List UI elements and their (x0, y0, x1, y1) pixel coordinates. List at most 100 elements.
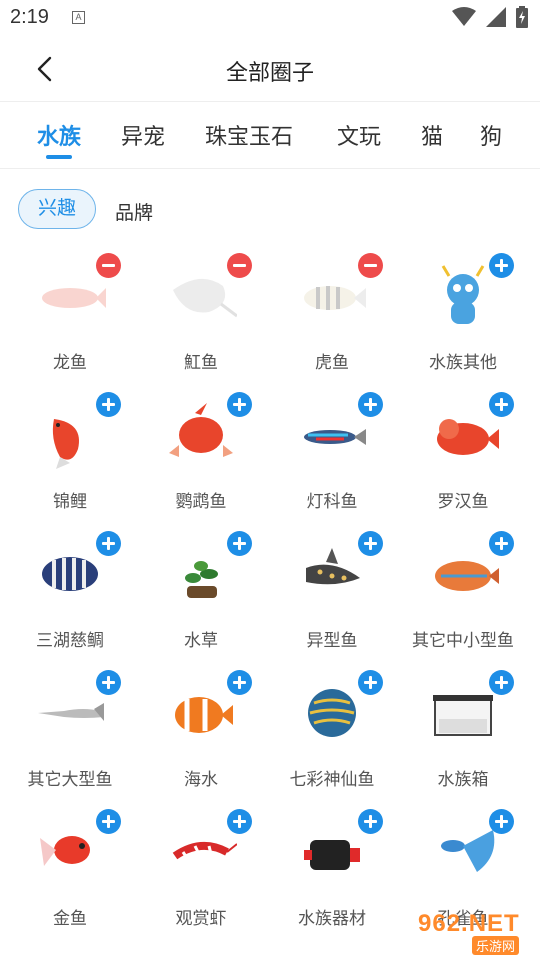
add-circle-icon[interactable] (227, 670, 252, 695)
circle-item[interactable]: 魟鱼 (131, 246, 266, 385)
circle-item-label: 七彩神仙鱼 (289, 770, 375, 790)
tiger-fish-icon (304, 286, 366, 310)
tab-exotic-pets[interactable]: 异宠 (121, 119, 165, 151)
status-bar: 2:19 A (0, 0, 540, 36)
circle-item[interactable]: 鹦鹉鱼 (131, 385, 266, 524)
add-circle-icon[interactable] (489, 253, 514, 278)
sub-tabs: 兴趣 品牌 (0, 186, 540, 232)
add-circle-icon[interactable] (489, 392, 514, 417)
add-circle-icon[interactable] (358, 392, 383, 417)
circle-item[interactable]: 水族箱 (393, 663, 528, 802)
add-circle-icon[interactable] (227, 392, 252, 417)
add-circle-icon[interactable] (227, 809, 252, 834)
circle-item-label: 魟鱼 (184, 353, 218, 373)
circle-item-label: 虎鱼 (315, 353, 349, 373)
aquarium-tank-icon (433, 695, 493, 736)
watermark-brand: 962.NET (418, 910, 520, 937)
circle-item-label: 龙鱼 (53, 353, 87, 373)
cichlid-icon (42, 557, 98, 591)
add-circle-icon[interactable] (96, 531, 121, 556)
circle-item-label: 观赏虾 (175, 909, 227, 929)
circle-item[interactable]: 罗汉鱼 (393, 385, 528, 524)
add-circle-icon[interactable] (96, 392, 121, 417)
notification-icon: A (72, 11, 85, 24)
watermark-site: 乐游网 (472, 936, 520, 955)
circle-item[interactable]: 龙鱼 (0, 246, 135, 385)
aquatic-plant-icon (185, 561, 218, 598)
add-circle-icon[interactable] (227, 531, 252, 556)
koi-icon (52, 419, 79, 469)
wifi-icon (452, 7, 476, 26)
circle-item[interactable]: 观赏虾 (131, 802, 266, 941)
circle-item-label: 灯科鱼 (306, 492, 358, 512)
tab-jewelry-jade[interactable]: 珠宝玉石 (205, 119, 293, 151)
circle-item[interactable]: 七彩神仙鱼 (262, 663, 397, 802)
flowerhorn-icon (437, 419, 499, 455)
add-circle-icon[interactable] (489, 531, 514, 556)
circle-item-label: 异型鱼 (306, 631, 358, 651)
parrot-fish-icon (169, 403, 233, 457)
circle-item[interactable]: 虎鱼 (262, 246, 397, 385)
circle-item-label: 海水 (184, 770, 218, 790)
circle-item[interactable]: 锦鲤 (0, 385, 135, 524)
circle-item-label: 水族器材 (298, 909, 366, 929)
add-circle-icon[interactable] (358, 531, 383, 556)
page-title: 全部圈子 (225, 61, 314, 86)
circle-item[interactable]: 异型鱼 (262, 524, 397, 663)
battery-icon (516, 6, 528, 28)
circle-item[interactable]: 其它大型鱼 (0, 663, 135, 802)
goldfish-icon (40, 836, 90, 866)
circle-item-label: 水族箱 (437, 770, 489, 790)
tab-dog[interactable]: 狗 (480, 119, 502, 151)
status-time: 2:19 (10, 6, 49, 28)
gourami-icon (435, 561, 499, 591)
dragon-mascot-icon (441, 265, 485, 324)
stingray-icon (173, 278, 237, 318)
active-tab-indicator (46, 155, 72, 159)
tab-collectibles[interactable]: 文玩 (337, 119, 381, 151)
water-pump-icon (304, 840, 360, 870)
remove-circle-icon[interactable] (358, 253, 383, 278)
tetra-fish-icon (304, 429, 366, 445)
remove-circle-icon[interactable] (227, 253, 252, 278)
circle-item[interactable]: 灯科鱼 (262, 385, 397, 524)
circle-item[interactable]: 海水 (131, 663, 266, 802)
pleco-icon (306, 548, 360, 585)
add-circle-icon[interactable] (96, 670, 121, 695)
shrimp-icon (172, 842, 237, 860)
clownfish-icon (175, 697, 233, 733)
circle-item-label: 鹦鹉鱼 (175, 492, 227, 512)
circle-item[interactable]: 水族器材 (262, 802, 397, 941)
circle-item[interactable]: 水草 (131, 524, 266, 663)
circle-item-label: 水族其他 (429, 353, 497, 373)
tab-cat[interactable]: 猫 (421, 119, 443, 151)
remove-circle-icon[interactable] (96, 253, 121, 278)
subtab-brand[interactable]: 品牌 (115, 198, 153, 225)
circle-item-label: 水草 (184, 631, 218, 651)
circle-item[interactable]: 其它中小型鱼 (393, 524, 528, 663)
circle-item[interactable]: 水族其他 (393, 246, 528, 385)
add-circle-icon[interactable] (358, 670, 383, 695)
guppy-icon (441, 830, 495, 872)
subtab-interest[interactable]: 兴趣 (18, 189, 96, 229)
circle-item-label: 其它中小型鱼 (412, 631, 514, 651)
tab-aquatic[interactable]: 水族 (37, 119, 81, 151)
circle-item[interactable]: 三湖慈鲷 (0, 524, 135, 663)
add-circle-icon[interactable] (489, 809, 514, 834)
discus-icon (308, 689, 356, 737)
circle-item-label: 锦鲤 (53, 492, 87, 512)
circle-item-label: 金鱼 (53, 909, 87, 929)
add-circle-icon[interactable] (489, 670, 514, 695)
app-header: 全部圈子 (0, 36, 540, 102)
arowana-icon (42, 288, 106, 308)
gar-fish-icon (38, 703, 104, 721)
circle-item-label: 罗汉鱼 (437, 492, 489, 512)
watermark-logo: 962.NET 乐游网 (400, 908, 535, 956)
category-tabs: 水族 异宠 珠宝玉石 文玩 猫 狗 (0, 103, 540, 169)
add-circle-icon[interactable] (96, 809, 121, 834)
circle-item[interactable]: 金鱼 (0, 802, 135, 941)
cell-signal-icon (486, 7, 506, 27)
add-circle-icon[interactable] (358, 809, 383, 834)
circle-item-label: 三湖慈鲷 (36, 631, 104, 651)
circle-item-label: 其它大型鱼 (27, 770, 113, 790)
